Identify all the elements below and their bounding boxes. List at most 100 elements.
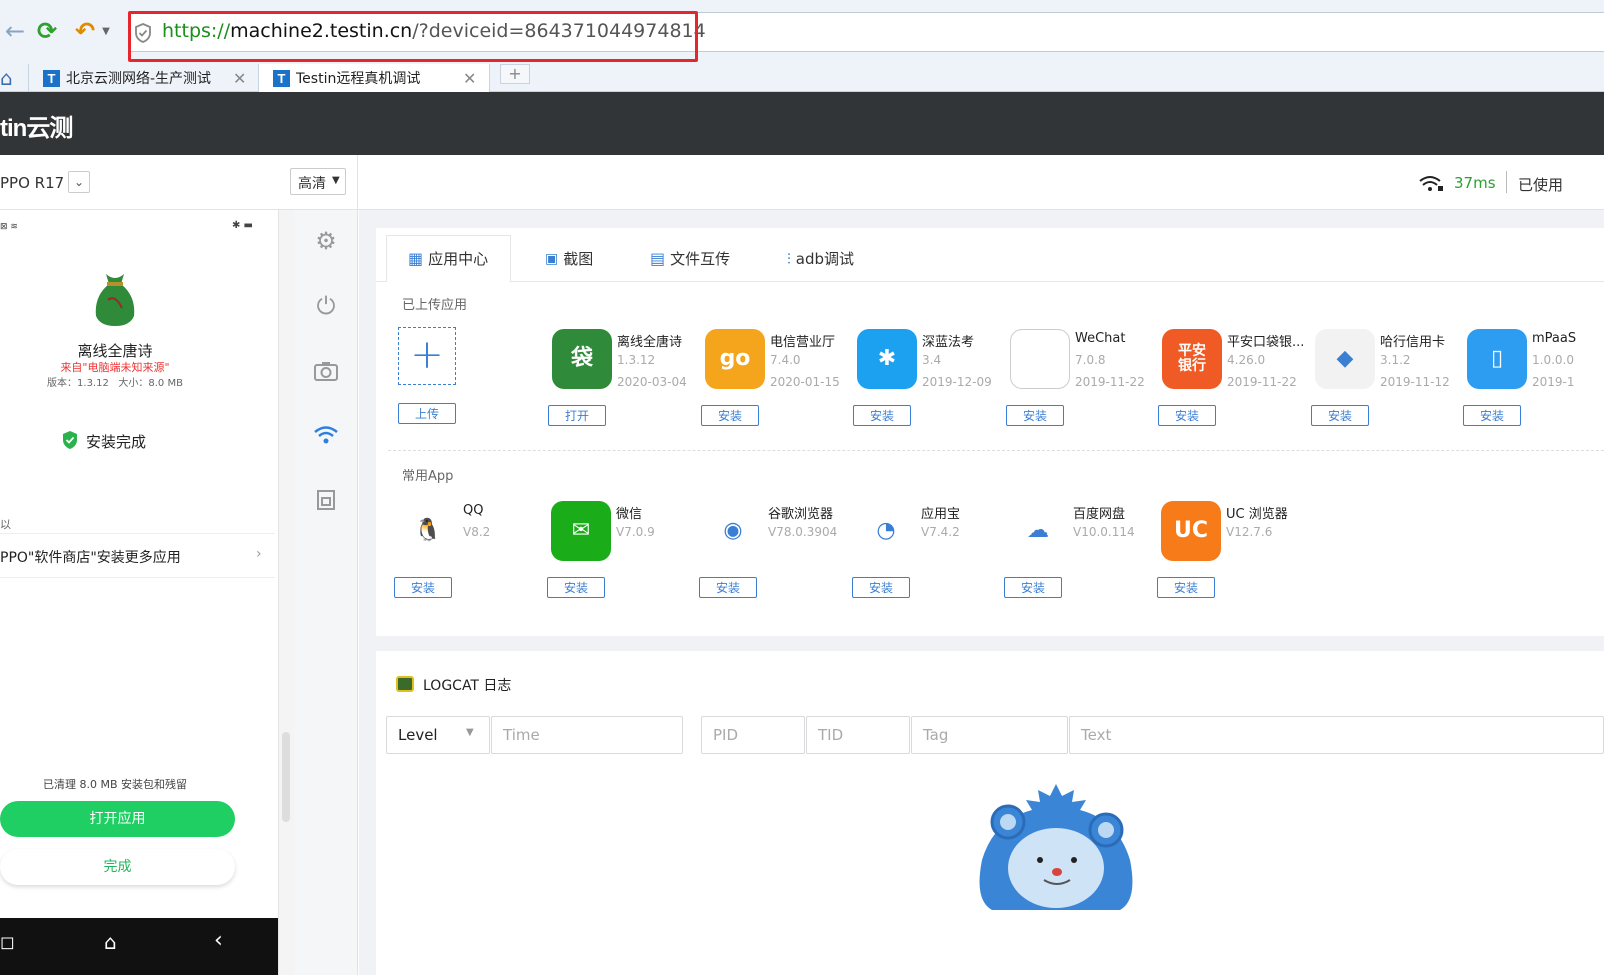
- install-button[interactable]: 安装: [852, 577, 910, 598]
- time-input[interactable]: Time: [491, 716, 683, 754]
- back-icon[interactable]: ‹: [214, 928, 223, 953]
- close-tab-icon[interactable]: ✕: [233, 69, 246, 88]
- app-tile: WeChat 7.0.8 2019-11-22 安装: [1006, 329, 1160, 429]
- install-button[interactable]: 安装: [547, 577, 605, 598]
- wifi-icon[interactable]: [311, 420, 341, 450]
- done-button[interactable]: 完成: [0, 849, 235, 885]
- app-version: V10.0.114: [1073, 525, 1135, 539]
- install-button[interactable]: 安装: [1311, 405, 1369, 426]
- app-date: 2019-11-12: [1380, 375, 1450, 389]
- install-package-icon[interactable]: [311, 485, 341, 515]
- install-button[interactable]: 安装: [1004, 577, 1062, 598]
- install-button[interactable]: 安装: [1006, 405, 1064, 426]
- tab-adb[interactable]: ⫶ adb调试: [787, 236, 854, 281]
- tabs-underline: [376, 281, 1604, 282]
- app-version: V7.0.9: [616, 525, 655, 539]
- open-app-button[interactable]: 打开应用: [0, 801, 235, 837]
- home-icon[interactable]: ⌂: [0, 66, 13, 90]
- undo-dropdown-icon[interactable]: ▼: [98, 14, 114, 48]
- app-tile: UC UC 浏览器 V12.7.6 安装: [1157, 501, 1311, 601]
- device-screen[interactable]: ⊠ ≋ ✱ ▬ 离线全唐诗 来自"电脑端未知来源" 版本：1.3.12 大小：8…: [0, 210, 278, 975]
- device-source-note: 来自"电脑端未知来源": [60, 361, 170, 374]
- logcat-icon: [396, 676, 414, 692]
- undo-icon[interactable]: ↶: [70, 14, 100, 48]
- app-version: 7.4.0: [770, 353, 801, 367]
- cleanup-note: 已清理 8.0 MB 安装包和残留: [42, 778, 188, 791]
- install-button[interactable]: 安装: [1157, 577, 1215, 598]
- url-text[interactable]: https://machine2.testin.cn/?deviceid=864…: [162, 20, 706, 42]
- install-button[interactable]: 安装: [853, 405, 911, 426]
- app-date: 2019-12-09: [922, 375, 992, 389]
- back-icon[interactable]: ←: [0, 14, 30, 48]
- device-topbar: PPO R17 ⌄ 高清 ▼ 37ms 已使用: [0, 155, 1604, 210]
- app-logo-icon: ✱: [857, 329, 917, 389]
- tab-beijing[interactable]: T 北京云测网络-生产测试 ✕: [28, 64, 258, 92]
- app-date: 2019-1: [1532, 375, 1575, 389]
- common-section-title: 常用App: [402, 469, 454, 484]
- url-host: machine2.testin.cn: [230, 20, 413, 42]
- pid-input[interactable]: PID: [701, 716, 805, 754]
- upload-plus-icon[interactable]: +: [398, 327, 456, 385]
- device-version-size: 版本：1.3.12 大小：8.0 MB: [47, 378, 183, 389]
- open-button[interactable]: 打开: [548, 405, 606, 426]
- install-button[interactable]: 安装: [699, 577, 757, 598]
- install-button[interactable]: 安装: [394, 577, 452, 598]
- app-name: 百度网盘: [1073, 507, 1126, 522]
- install-button[interactable]: 安装: [701, 405, 759, 426]
- quality-select[interactable]: 高清 ▼: [290, 168, 346, 195]
- store-prompt-row[interactable]: PPO"软件商店"安装更多应用 ›: [0, 533, 275, 578]
- app-logo-icon: ◆: [1315, 329, 1375, 389]
- app-name: UC 浏览器: [1226, 507, 1288, 522]
- upload-button[interactable]: 上传: [398, 403, 456, 424]
- app-tile: ☁ 百度网盘 V10.0.114 安装: [1004, 501, 1158, 601]
- tab-testin[interactable]: T Testin远程真机调试 ✕: [258, 64, 490, 92]
- device-navbar: ◻ ⌂ ‹: [0, 918, 278, 975]
- status-icons-left: ⊠ ≋: [0, 222, 18, 232]
- app-logo-icon: 袋: [552, 329, 612, 389]
- tab-label: Testin远程真机调试: [296, 71, 421, 87]
- close-tab-icon[interactable]: ✕: [463, 69, 476, 88]
- new-tab-button[interactable]: +: [500, 64, 530, 84]
- app-header: [0, 92, 1604, 155]
- camera-icon[interactable]: [311, 356, 341, 386]
- testin-logo-icon: T: [273, 69, 290, 87]
- apps-icon: ▦: [408, 249, 424, 268]
- level-select[interactable]: Level ▼: [386, 716, 490, 754]
- quality-value: 高清: [298, 176, 326, 192]
- usage-label: 已使用: [1518, 176, 1564, 194]
- app-date: 2019-11-22: [1227, 375, 1297, 389]
- shield-check-icon: [63, 431, 77, 449]
- device-scrollbar[interactable]: [278, 210, 294, 975]
- app-tile: 平安 银行 平安口袋银... 4.26.0 2019-11-22 安装: [1158, 329, 1312, 429]
- app-date: 2020-03-04: [617, 375, 687, 389]
- tag-input[interactable]: Tag: [911, 716, 1068, 754]
- app-name: 深蓝法考: [922, 335, 975, 350]
- app-tile: ◉ 谷歌浏览器 V78.0.3904 安装: [699, 501, 853, 601]
- power-icon[interactable]: ⏻: [311, 291, 341, 321]
- text-input[interactable]: Text: [1069, 716, 1604, 754]
- app-logo-icon: go: [705, 329, 765, 389]
- tab-app-center[interactable]: ▦ 应用中心: [408, 236, 488, 281]
- app-date: 2019-11-22: [1075, 375, 1145, 389]
- install-button[interactable]: 安装: [1158, 405, 1216, 426]
- browser-navbar: ← ⟳ ↶ ▼ https://machine2.testin.cn/?devi…: [0, 0, 1604, 62]
- app-version: 3.4: [922, 353, 942, 367]
- device-dropdown-icon[interactable]: ⌄: [68, 171, 90, 193]
- refresh-icon[interactable]: ⟳: [32, 14, 62, 48]
- tab-label: 北京云测网络-生产测试: [66, 71, 212, 87]
- tab-screenshot[interactable]: ▣ 截图: [545, 236, 593, 281]
- install-button[interactable]: 安装: [1463, 405, 1521, 426]
- url-path: /?deviceid=864371044974814: [412, 20, 706, 42]
- tab-file-transfer[interactable]: ▤ 文件互传: [650, 236, 730, 281]
- recent-apps-icon[interactable]: ◻: [0, 932, 15, 953]
- app-logo-icon: 🐧: [398, 501, 458, 561]
- mascot-illustration: [979, 784, 1133, 910]
- home-icon[interactable]: ⌂: [104, 930, 117, 954]
- settings-icon[interactable]: ⚙: [311, 226, 341, 256]
- tab-label: 截图: [563, 250, 594, 268]
- device-fragment-text: 以: [0, 518, 11, 531]
- app-version: 1.3.12: [617, 353, 656, 367]
- tid-input[interactable]: TID: [806, 716, 910, 754]
- scrollbar-thumb[interactable]: [282, 732, 290, 822]
- app-version: V7.4.2: [921, 525, 960, 539]
